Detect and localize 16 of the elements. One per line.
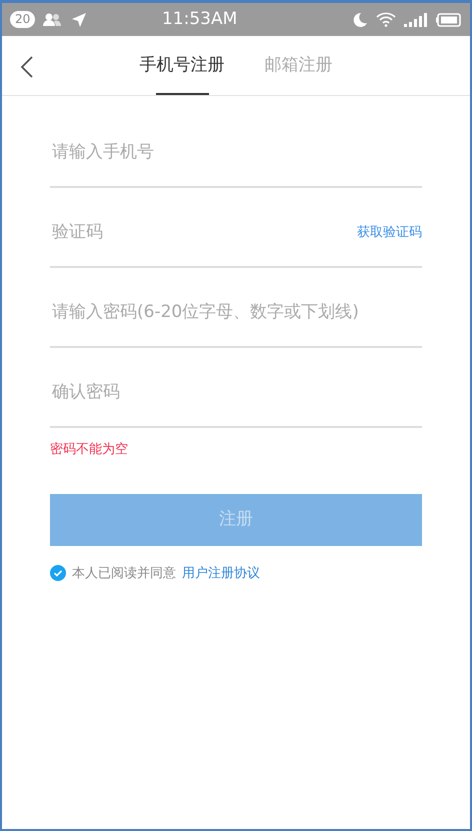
clock-time: 11:53AM	[160, 8, 238, 31]
moon-icon	[352, 12, 368, 28]
location-arrow-icon	[71, 12, 88, 28]
tab[interactable]: 邮箱注册	[254, 36, 342, 95]
agreement-checkbox[interactable]	[50, 565, 66, 582]
signal-icon	[404, 12, 428, 26]
agreement-text: 本人已阅读并同意	[72, 564, 176, 582]
back-button[interactable]	[20, 54, 34, 78]
notification-count: 20	[10, 11, 36, 28]
wifi-icon	[376, 12, 396, 27]
error-message: 密码不能为空	[50, 441, 129, 459]
contacts-icon	[43, 12, 64, 26]
battery-icon	[436, 12, 462, 26]
tab[interactable]: 手机号注册	[130, 36, 234, 95]
agreement-link[interactable]: 用户注册协议	[182, 564, 260, 583]
get-code-button[interactable]: 获取验证码	[357, 223, 422, 243]
